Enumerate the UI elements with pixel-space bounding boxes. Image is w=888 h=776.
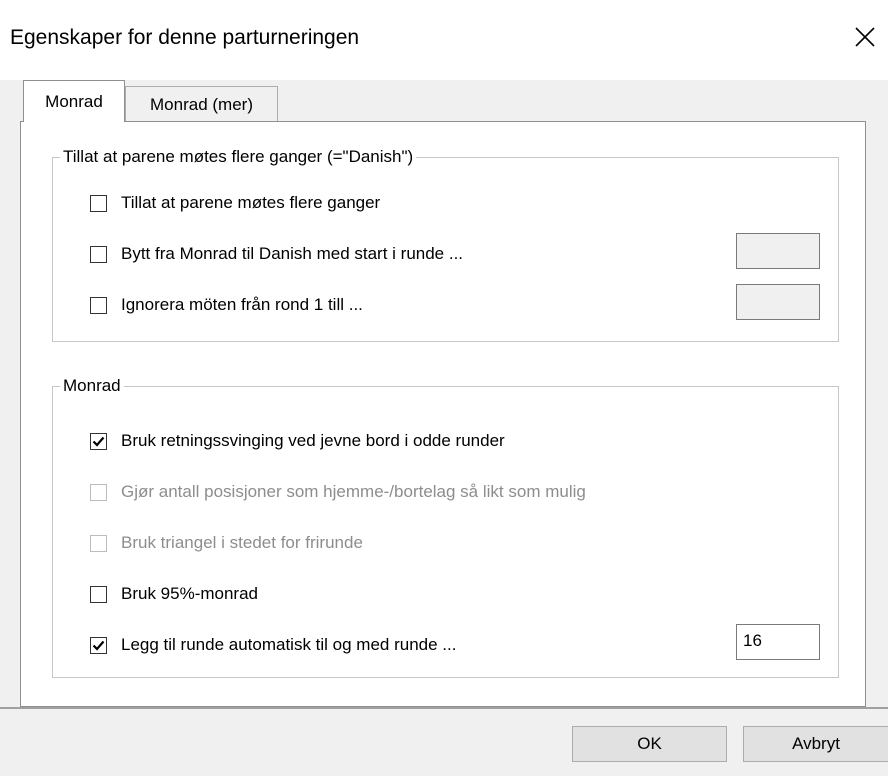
title-bar: Egenskaper for denne parturneringen — [0, 0, 888, 80]
dialog-body: Monrad Monrad (mer) Tillat at parene møt… — [0, 80, 888, 776]
footer-separator — [0, 707, 888, 709]
checkbox-95-monrad-label: Bruk 95%-monrad — [121, 584, 259, 603]
checkbox-auto-add-round[interactable] — [90, 636, 107, 654]
checkbox-switch-danish-label: Bytt fra Monrad til Danish med start i r… — [121, 244, 464, 263]
group-danish: Tillat at parene møtes flere ganger (="D… — [52, 147, 839, 342]
close-button[interactable] — [842, 14, 888, 60]
tab-monrad[interactable]: Monrad — [23, 80, 125, 122]
checkbox-row-ignore-meetings[interactable]: Ignorera möten från rond 1 till ... — [90, 295, 363, 315]
checkbox-row-triangle: Bruk triangel i stedet for frirunde — [90, 533, 363, 553]
switch-danish-round-input[interactable] — [736, 233, 820, 269]
window-title: Egenskaper for denne parturneringen — [10, 26, 360, 49]
checkbox-95-monrad[interactable] — [90, 585, 107, 603]
checkbox-allow-repeat[interactable] — [90, 194, 107, 212]
checkbox-row-switch-danish[interactable]: Bytt fra Monrad til Danish med start i r… — [90, 244, 463, 264]
ignore-meetings-round-input[interactable] — [736, 284, 820, 320]
tab-panel: Tillat at parene møtes flere ganger (="D… — [20, 121, 866, 707]
close-icon — [855, 27, 875, 47]
checkbox-triangle-label: Bruk triangel i stedet for frirunde — [121, 533, 363, 552]
checkbox-row-direction-swing[interactable]: Bruk retningssvinging ved jevne bord i o… — [90, 431, 505, 451]
checkbox-triangle — [90, 534, 107, 552]
checkbox-row-auto-add-round[interactable]: Legg til runde automatisk til og med run… — [90, 635, 456, 655]
checkbox-switch-danish[interactable] — [90, 245, 107, 263]
checkbox-row-95-monrad[interactable]: Bruk 95%-monrad — [90, 584, 258, 604]
tab-monrad-mer[interactable]: Monrad (mer) — [125, 86, 278, 122]
checkmark-icon — [92, 640, 105, 651]
checkbox-row-home-away: Gjør antall posisjoner som hjemme-/borte… — [90, 482, 586, 502]
checkbox-home-away — [90, 483, 107, 501]
checkbox-direction-swing-label: Bruk retningssvinging ved jevne bord i o… — [121, 431, 505, 450]
group-monrad: Monrad Bruk retningssvinging ved jevne b… — [52, 376, 839, 678]
cancel-button[interactable]: Avbryt — [743, 726, 888, 762]
checkbox-allow-repeat-label: Tillat at parene møtes flere ganger — [121, 193, 381, 212]
checkbox-ignore-meetings-label: Ignorera möten från rond 1 till ... — [121, 295, 363, 314]
ok-button[interactable]: OK — [572, 726, 727, 762]
checkbox-ignore-meetings[interactable] — [90, 296, 107, 314]
tab-monrad-mer-label: Monrad (mer) — [150, 94, 253, 114]
group-monrad-legend: Monrad — [60, 376, 124, 396]
checkbox-row-allow-repeat[interactable]: Tillat at parene møtes flere ganger — [90, 193, 380, 213]
checkbox-auto-add-round-label: Legg til runde automatisk til og med run… — [121, 635, 457, 654]
checkmark-icon — [92, 436, 105, 447]
tab-monrad-label: Monrad — [45, 91, 103, 111]
checkbox-home-away-label: Gjør antall posisjoner som hjemme-/borte… — [121, 482, 586, 501]
checkbox-direction-swing[interactable] — [90, 432, 107, 450]
group-danish-legend: Tillat at parene møtes flere ganger (="D… — [60, 147, 417, 167]
auto-add-round-input[interactable]: 16 — [736, 624, 820, 660]
